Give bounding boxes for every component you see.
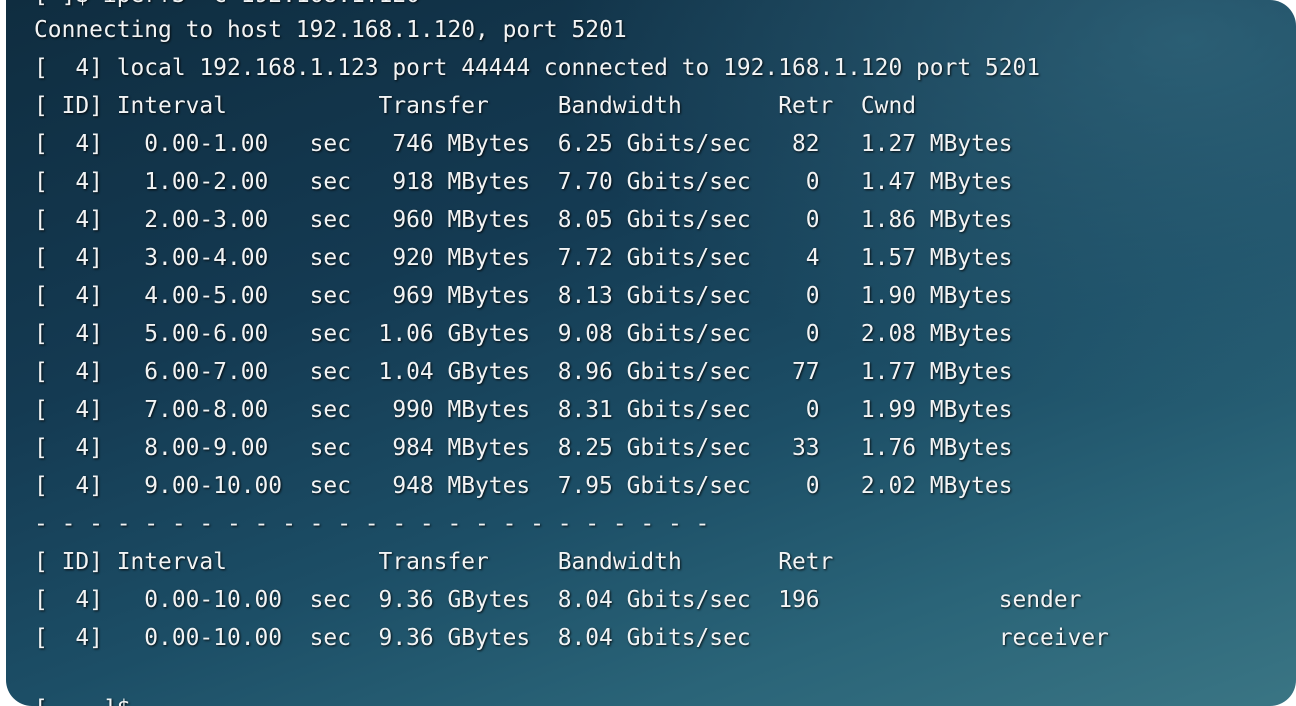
interval-row: [ 4] 9.00-10.00 sec 948 MBytes 7.95 Gbit… <box>34 473 1013 499</box>
summary-row-receiver: [ 4] 0.00-10.00 sec 9.36 GBytes 8.04 Gbi… <box>34 625 1109 651</box>
interval-row: [ 4] 1.00-2.00 sec 918 MBytes 7.70 Gbits… <box>34 169 1013 195</box>
summary-header: [ ID] Interval Transfer Bandwidth Retr <box>34 549 834 575</box>
interval-row: [ 4] 7.00-8.00 sec 990 MBytes 8.31 Gbits… <box>34 397 1013 423</box>
separator-line: - - - - - - - - - - - - - - - - - - - - … <box>34 511 710 537</box>
summary-row-sender: [ 4] 0.00-10.00 sec 9.36 GBytes 8.04 Gbi… <box>34 587 1082 613</box>
terminal-output: [ ]$ iperf3 -c 192.168.1.120 Connecting … <box>34 0 1109 706</box>
interval-row: [ 4] 4.00-5.00 sec 969 MBytes 8.13 Gbits… <box>34 283 1013 309</box>
local-connection-line: [ 4] local 192.168.1.123 port 44444 conn… <box>34 55 1041 81</box>
interval-row: [ 4] 3.00-4.00 sec 920 MBytes 7.72 Gbits… <box>34 245 1013 271</box>
terminal-window[interactable]: [ ]$ iperf3 -c 192.168.1.120 Connecting … <box>6 0 1296 706</box>
interval-row: [ 4] 6.00-7.00 sec 1.04 GBytes 8.96 Gbit… <box>34 359 1013 385</box>
interval-row: [ 4] 8.00-9.00 sec 984 MBytes 8.25 Gbits… <box>34 435 1013 461</box>
interval-row: [ 4] 0.00-1.00 sec 746 MBytes 6.25 Gbits… <box>34 131 1013 157</box>
table-header: [ ID] Interval Transfer Bandwidth Retr C… <box>34 93 917 119</box>
interval-row: [ 4] 5.00-6.00 sec 1.06 GBytes 9.08 Gbit… <box>34 321 1013 347</box>
interval-row: [ 4] 2.00-3.00 sec 960 MBytes 8.05 Gbits… <box>34 207 1013 233</box>
connecting-line: Connecting to host 192.168.1.120, port 5… <box>34 17 627 43</box>
prompt-line: [ ]$ <box>34 690 130 706</box>
